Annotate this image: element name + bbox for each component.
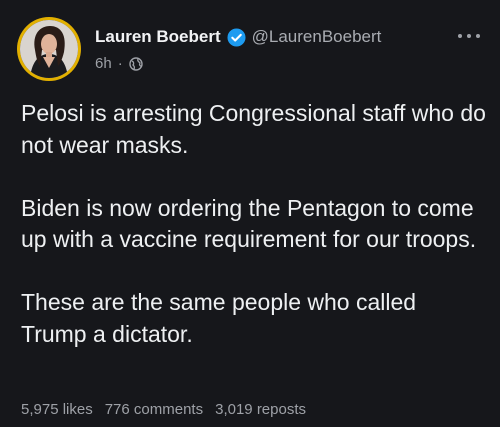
verified-check-icon	[227, 27, 246, 47]
post-paragraph-1: Pelosi is arresting Congressional staff …	[21, 100, 486, 158]
meta-separator: ·	[117, 55, 123, 72]
more-horizontal-icon[interactable]	[458, 30, 480, 42]
avatar-portrait-icon	[20, 20, 78, 78]
post-body: Pelosi is arresting Congressional staff …	[21, 98, 486, 350]
post-paragraph-3: These are the same people who called Tru…	[21, 289, 417, 347]
avatar-photo	[20, 20, 78, 78]
comments-count[interactable]: 776 comments	[105, 401, 203, 418]
likes-count[interactable]: 5,975 likes	[21, 401, 93, 418]
reposts-count[interactable]: 3,019 reposts	[215, 401, 306, 418]
author-handle[interactable]: @LaurenBoebert	[252, 26, 382, 48]
post-timestamp[interactable]: 6h	[95, 55, 112, 73]
post-paragraph-2: Biden is now ordering the Pentagon to co…	[21, 194, 477, 253]
post-stats: 5,975 likes 776 comments 3,019 reposts	[21, 401, 306, 418]
post-meta: 6h ·	[95, 55, 143, 73]
avatar[interactable]	[17, 17, 81, 81]
globe-icon	[128, 57, 143, 71]
post-header: Lauren Boebert @LaurenBoebert	[95, 26, 381, 48]
author-name[interactable]: Lauren Boebert	[95, 26, 221, 48]
post-card: Lauren Boebert @LaurenBoebert 6h · Pelos…	[0, 0, 500, 427]
